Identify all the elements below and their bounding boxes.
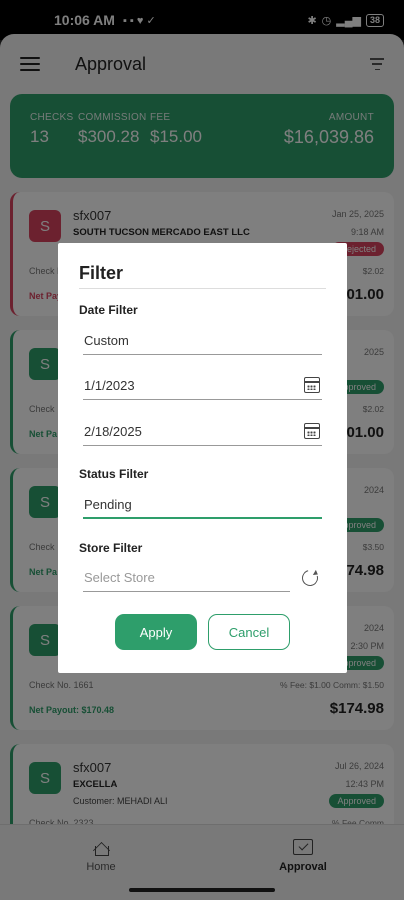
- calendar-icon[interactable]: [304, 423, 320, 439]
- filter-dialog: Filter Date Filter Custom 1/1/2023 2/18/…: [58, 243, 347, 673]
- store-select[interactable]: Select Store: [83, 564, 290, 592]
- date-filter-select[interactable]: Custom: [83, 327, 322, 355]
- cancel-button[interactable]: Cancel: [208, 614, 290, 650]
- apply-button[interactable]: Apply: [115, 614, 197, 650]
- store-filter-label: Store Filter: [79, 541, 143, 555]
- store-placeholder: Select Store: [84, 570, 155, 585]
- start-date-field[interactable]: 1/1/2023: [83, 372, 322, 400]
- end-date-field[interactable]: 2/18/2025: [83, 418, 322, 446]
- refresh-icon[interactable]: [299, 567, 321, 589]
- calendar-icon[interactable]: [304, 377, 320, 393]
- status-filter-label: Status Filter: [79, 467, 149, 481]
- date-filter-value: Custom: [84, 333, 129, 348]
- start-date-value: 1/1/2023: [84, 378, 135, 393]
- end-date-value: 2/18/2025: [84, 424, 142, 439]
- date-filter-label: Date Filter: [79, 303, 138, 317]
- status-filter-value: Pending: [84, 496, 132, 512]
- dialog-title: Filter: [79, 263, 326, 289]
- status-filter-select[interactable]: Pending: [83, 491, 322, 519]
